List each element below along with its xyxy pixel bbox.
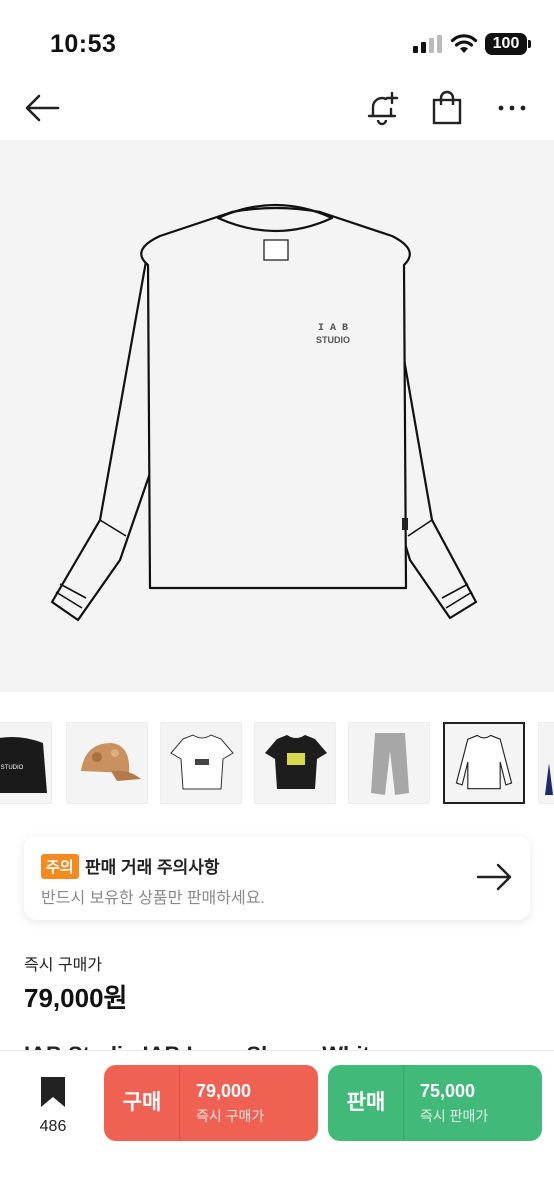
bell-plus-icon xyxy=(367,91,399,126)
sell-divider xyxy=(403,1065,404,1141)
thumbnail-gray-sweatpants[interactable] xyxy=(348,722,430,804)
product-image[interactable]: I A B STUDIO xyxy=(0,140,554,692)
shopping-bag-icon xyxy=(432,90,462,125)
wishlist-button[interactable]: 486 xyxy=(30,1075,76,1136)
thumbnail-black-hoodie[interactable]: STUDIO xyxy=(0,722,52,804)
thumbnail-camo-cap[interactable] xyxy=(66,722,148,804)
thumbnail-strip: STUDIO xyxy=(0,722,554,806)
thumbnail-white-tshirt[interactable] xyxy=(160,722,242,804)
bottom-action-bar: 486 구매 79,000 즉시 구매가 판매 75,000 즉시 판매가 xyxy=(0,1050,554,1200)
notice-title: 판매 거래 주의사항 xyxy=(85,858,220,877)
thumbnail-white-longsleeve[interactable] xyxy=(443,722,525,804)
thumbnail-black-tshirt[interactable] xyxy=(254,722,336,804)
longsleeve-icon xyxy=(455,734,513,790)
cellular-signal-icon xyxy=(413,35,442,53)
sell-price: 75,000 xyxy=(420,1081,476,1101)
thumbnail-partial-item[interactable] xyxy=(538,722,554,804)
tshirt-icon xyxy=(170,734,234,790)
battery-indicator: 100 xyxy=(485,33,527,55)
buy-subtitle: 즉시 구매가 xyxy=(196,1108,265,1124)
arrow-right-icon xyxy=(476,863,512,891)
logo-text-line1: I A B xyxy=(318,323,348,334)
buy-divider xyxy=(179,1065,180,1141)
warning-badge: 주의 xyxy=(41,854,79,879)
sweatpants-icon xyxy=(371,733,409,795)
add-alert-button[interactable] xyxy=(362,88,402,128)
buy-label: 구매 xyxy=(122,1091,162,1114)
battery-tip xyxy=(528,40,531,48)
cap-icon xyxy=(81,743,141,781)
instant-buy-price-label: 즉시 구매가 xyxy=(24,957,103,974)
hoodie-icon: STUDIO xyxy=(0,737,47,793)
longsleeve-illustration: I A B STUDIO xyxy=(50,203,478,622)
back-button[interactable] xyxy=(22,88,62,128)
shopping-bag-button[interactable] xyxy=(427,88,467,128)
logo-text-line2: STUDIO xyxy=(316,335,350,345)
svg-text:STUDIO: STUDIO xyxy=(1,765,24,771)
bookmark-icon xyxy=(41,1077,65,1107)
more-horizontal-icon xyxy=(498,105,526,111)
buy-price: 79,000 xyxy=(196,1081,252,1101)
sell-button[interactable]: 판매 75,000 즉시 판매가 xyxy=(328,1065,542,1141)
arrow-left-icon xyxy=(25,94,60,122)
top-nav xyxy=(0,84,554,140)
wishlist-count: 486 xyxy=(39,1118,67,1135)
instant-buy-price: 79,000원 xyxy=(24,983,128,1013)
buy-button[interactable]: 구매 79,000 즉시 구매가 xyxy=(104,1065,318,1141)
wifi-icon xyxy=(450,34,478,53)
sell-label: 판매 xyxy=(346,1091,386,1114)
notice-subtitle: 반드시 보유한 상품만 판매하세요. xyxy=(41,890,265,907)
status-time: 10:53 xyxy=(50,30,117,58)
tshirt-icon xyxy=(265,735,327,789)
sell-subtitle: 즉시 판매가 xyxy=(420,1108,489,1124)
status-bar: 10:53 100 xyxy=(0,0,554,84)
sales-notice-card[interactable]: 주의 판매 거래 주의사항 반드시 보유한 상품만 판매하세요. xyxy=(24,836,530,920)
garment-icon xyxy=(545,763,553,795)
more-options-button[interactable] xyxy=(492,88,532,128)
